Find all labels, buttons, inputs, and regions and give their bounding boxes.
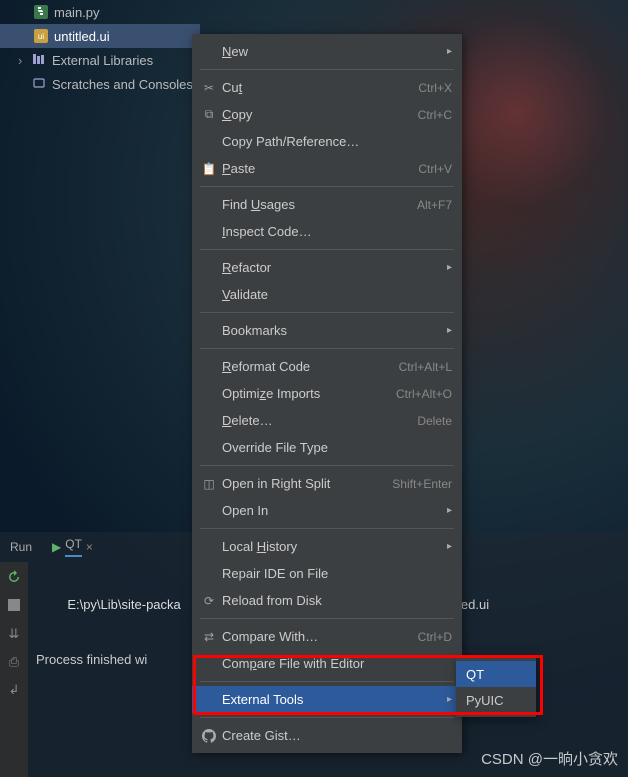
scroll-icon[interactable]: ⇊ [9,626,20,642]
scratches-icon [32,76,46,92]
cut-icon: ✂ [200,81,218,95]
menu-new[interactable]: New▸ [192,38,462,65]
menu-find-usages[interactable]: Find UsagesAlt+F7 [192,191,462,218]
chevron-right-icon: ▸ [447,505,452,516]
menu-refactor[interactable]: Refactor▸ [192,254,462,281]
tree-scratches[interactable]: Scratches and Consoles [0,72,200,96]
tree-node-label: External Libraries [52,53,153,68]
tree-file-label: untitled.ui [54,29,110,44]
library-icon [32,52,46,68]
close-tab-icon[interactable]: × [86,540,93,554]
copy-icon: ⧉ [200,107,218,122]
rerun-icon[interactable] [7,570,21,587]
stop-icon[interactable] [8,599,20,614]
menu-bookmarks[interactable]: Bookmarks▸ [192,317,462,344]
tree-node-label: Scratches and Consoles [52,77,193,92]
menu-external-tools[interactable]: External Tools▸ [192,686,462,713]
menu-separator [200,528,454,529]
chevron-right-icon: ▸ [447,325,452,336]
menu-cut[interactable]: ✂CutCtrl+X [192,74,462,101]
menu-separator [200,348,454,349]
chevron-right-icon: › [18,53,26,68]
play-icon[interactable]: ▶ [52,540,61,554]
menu-compare-with[interactable]: ⇄Compare With…Ctrl+D [192,623,462,650]
menu-open-in[interactable]: Open In▸ [192,497,462,524]
menu-separator [200,717,454,718]
menu-create-gist[interactable]: Create Gist… [192,722,462,749]
menu-reformat[interactable]: Reformat CodeCtrl+Alt+L [192,353,462,380]
soft-wrap-icon[interactable]: ↲ [9,682,20,698]
tree-file-main[interactable]: main.py [0,0,200,24]
ui-file-icon: ui [34,29,48,43]
menu-delete[interactable]: Delete…Delete [192,407,462,434]
submenu-pyuic[interactable]: PyUIC [456,687,536,713]
run-side-toolbar: ⇊ ⎙ ↲ [0,562,28,777]
compare-icon: ⇄ [200,630,218,644]
tree-external-libraries[interactable]: › External Libraries [0,48,200,72]
chevron-right-icon: ▸ [447,694,452,705]
menu-separator [200,249,454,250]
menu-reload-disk[interactable]: ⟳Reload from Disk [192,587,462,614]
menu-compare-editor[interactable]: Compare File with Editor [192,650,462,677]
tree-file-label: main.py [54,5,100,20]
menu-separator [200,186,454,187]
menu-validate[interactable]: Validate [192,281,462,308]
console-line-suffix: led.ui [458,597,489,612]
tree-file-untitled-ui[interactable]: ui untitled.ui [0,24,200,48]
menu-paste[interactable]: 📋PasteCtrl+V [192,155,462,182]
console-line: E:\py\Lib\site-packa [67,597,180,612]
split-icon: ◫ [200,477,218,491]
menu-local-history[interactable]: Local History▸ [192,533,462,560]
menu-repair-ide[interactable]: Repair IDE on File [192,560,462,587]
project-tree: main.py ui untitled.ui › External Librar… [0,0,200,96]
menu-separator [200,618,454,619]
context-menu: New▸ ✂CutCtrl+X ⧉CopyCtrl+C Copy Path/Re… [192,34,462,753]
chevron-right-icon: ▸ [447,541,452,552]
github-icon [200,729,218,743]
menu-copy-path[interactable]: Copy Path/Reference… [192,128,462,155]
print-icon[interactable]: ⎙ [9,654,19,670]
chevron-right-icon: ▸ [447,262,452,273]
menu-separator [200,465,454,466]
python-file-icon [34,5,48,19]
watermark: CSDN @一晌小贪欢 [481,748,618,769]
menu-inspect-code[interactable]: Inspect Code… [192,218,462,245]
menu-separator [200,312,454,313]
menu-separator [200,681,454,682]
run-tab-label[interactable]: Run [0,540,42,554]
menu-override-file-type[interactable]: Override File Type [192,434,462,461]
menu-open-split[interactable]: ◫Open in Right SplitShift+Enter [192,470,462,497]
menu-optimize-imports[interactable]: Optimize ImportsCtrl+Alt+O [192,380,462,407]
run-config-tab-qt[interactable]: QT [65,537,82,557]
external-tools-submenu: QT PyUIC [456,657,536,717]
menu-copy[interactable]: ⧉CopyCtrl+C [192,101,462,128]
chevron-right-icon: ▸ [447,46,452,57]
reload-icon: ⟳ [200,594,218,608]
paste-icon: 📋 [200,162,218,176]
submenu-qt[interactable]: QT [456,661,536,687]
menu-separator [200,69,454,70]
